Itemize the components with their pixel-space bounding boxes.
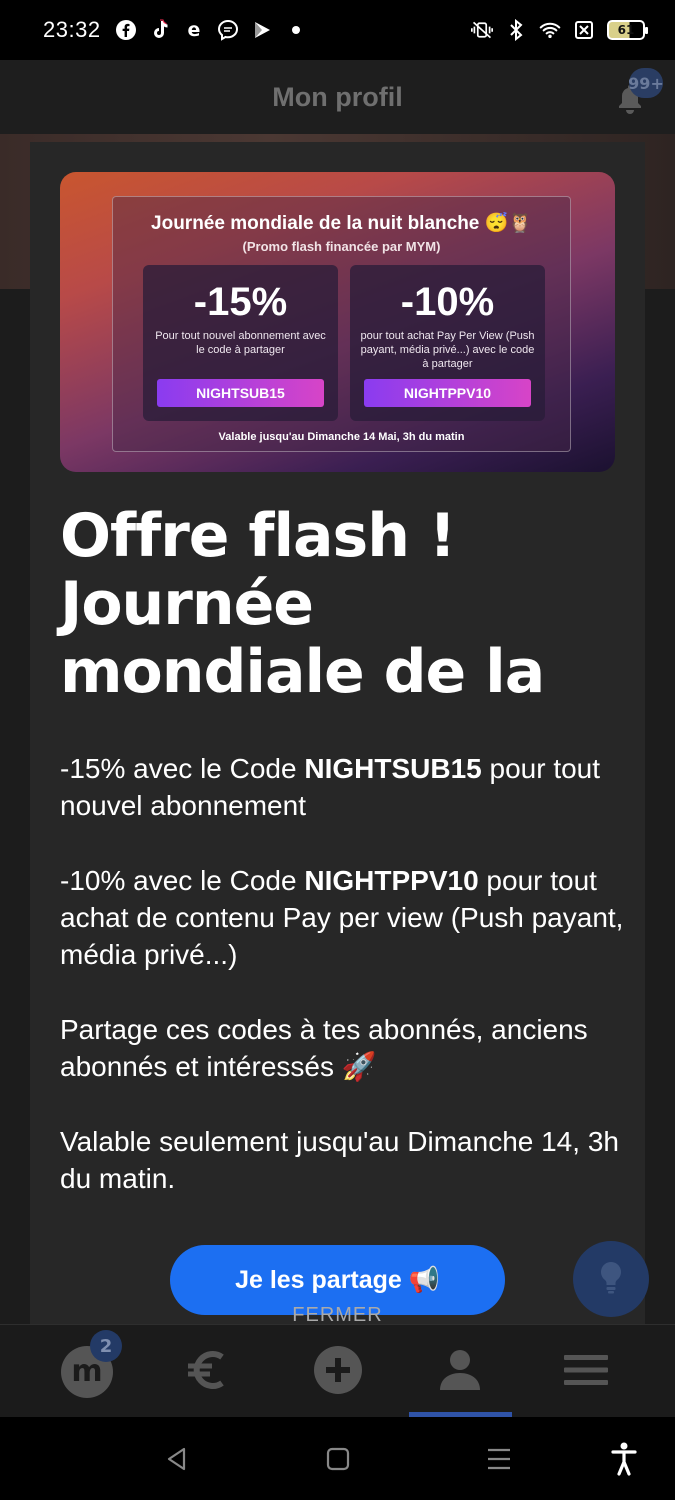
offer-text: -15% avec le Code	[60, 753, 305, 784]
bluetooth-icon	[505, 19, 527, 41]
no-sim-icon	[573, 19, 595, 41]
offer-code: NIGHTSUB15	[304, 753, 482, 784]
offer-code: NIGHTPPV10	[304, 865, 479, 896]
menu-icon	[563, 1353, 609, 1391]
promo-modal: Journée mondiale de la nuit blanche 😴🦉 (…	[30, 142, 645, 1324]
promo-code: NIGHTSUB15	[157, 379, 324, 407]
banner-subtitle: (Promo flash financée par MYM)	[242, 239, 441, 254]
accessibility-icon[interactable]	[602, 1437, 646, 1481]
promo-card-subscription: -15% Pour tout nouvel abonnement avec le…	[143, 265, 338, 421]
add-icon	[313, 1345, 363, 1399]
tips-button[interactable]	[573, 1241, 649, 1317]
bottom-nav: m 2	[0, 1324, 675, 1417]
status-bar: 23:32 e 61	[0, 0, 675, 60]
promo-banner: Journée mondiale de la nuit blanche 😴🦉 (…	[60, 172, 615, 472]
share-text: Partage ces codes à tes abonnés, anciens…	[60, 1014, 588, 1082]
promo-percent: -10%	[400, 280, 495, 324]
promo-code: NIGHTPPV10	[364, 379, 531, 407]
lightbulb-icon	[598, 1260, 624, 1298]
nav-item-add[interactable]	[288, 1325, 388, 1418]
banner-title: Journée mondiale de la nuit blanche 😴🦉	[151, 213, 532, 234]
share-paragraph: Partage ces codes à tes abonnés, anciens…	[60, 1011, 625, 1085]
modal-body: -15% avec le Code NIGHTSUB15 pour tout n…	[60, 750, 625, 1235]
nav-badge: 2	[90, 1330, 122, 1362]
facebook-icon	[115, 19, 137, 41]
promo-description: Pour tout nouvel abonnement avec le code…	[155, 330, 326, 356]
battery-level: 61	[617, 23, 635, 37]
nav-item-profile[interactable]	[410, 1325, 510, 1418]
wifi-icon	[539, 19, 561, 41]
battery-icon: 61	[607, 20, 648, 40]
app-header: Mon profil	[0, 60, 675, 134]
euro-icon	[184, 1346, 232, 1398]
home-icon[interactable]	[316, 1437, 360, 1481]
vibrate-icon	[471, 19, 493, 41]
validity-paragraph: Valable seulement jusqu'au Dimanche 14, …	[60, 1123, 625, 1197]
profile-icon	[438, 1348, 482, 1396]
back-icon[interactable]	[155, 1437, 199, 1481]
nav-item-menu[interactable]	[536, 1325, 636, 1418]
notification-badge: 99+	[628, 68, 664, 98]
svg-text:e: e	[187, 20, 200, 40]
tiktok-icon	[149, 19, 171, 41]
offer-paragraph: -10% avec le Code NIGHTPPV10 pour tout a…	[60, 862, 625, 973]
nav-item-euro[interactable]	[158, 1325, 258, 1418]
status-time: 23:32	[43, 17, 101, 42]
banner-validity: Valable jusqu'au Dimanche 14 Mai, 3h du …	[218, 431, 465, 443]
play-icon	[251, 19, 273, 41]
page-title: Mon profil	[272, 81, 403, 112]
nav-item-mym[interactable]: m	[37, 1325, 137, 1418]
validity-text: Valable seulement jusqu'au Dimanche 14, …	[60, 1126, 619, 1194]
promo-banner-card: Journée mondiale de la nuit blanche 😴🦉 (…	[112, 196, 571, 452]
close-button[interactable]: FERMER	[0, 1304, 675, 1324]
system-nav-bar	[0, 1417, 675, 1500]
messenger-icon	[217, 19, 239, 41]
modal-title: Offre flash ! Journée mondiale de la	[60, 501, 545, 707]
promo-description: pour tout achat Pay Per View (Push payan…	[360, 330, 535, 370]
promo-percent: -15%	[193, 280, 288, 324]
dot-icon	[285, 19, 307, 41]
e-icon: e	[183, 19, 205, 41]
offer-paragraph: -15% avec le Code NIGHTSUB15 pour tout n…	[60, 750, 625, 824]
promo-card-ppv: -10% pour tout achat Pay Per View (Push …	[350, 265, 545, 421]
recents-icon[interactable]	[477, 1437, 521, 1481]
offer-text: -10% avec le Code	[60, 865, 305, 896]
